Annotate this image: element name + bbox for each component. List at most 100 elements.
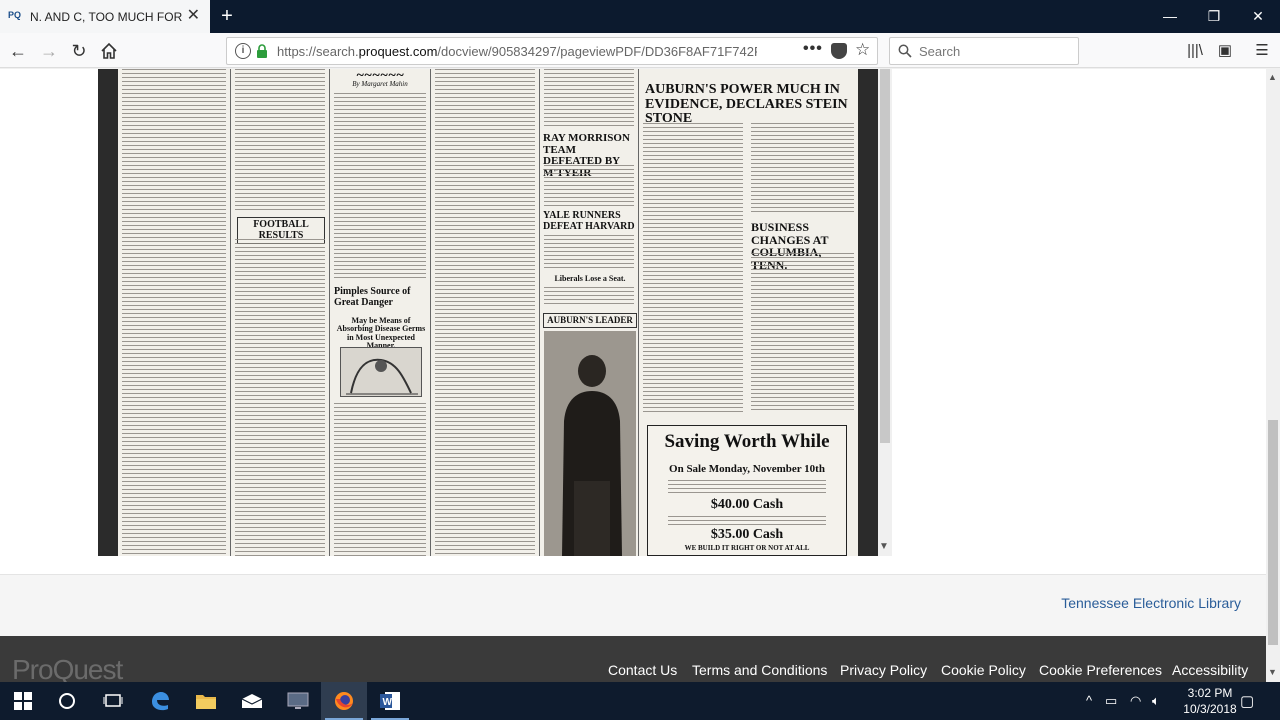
svg-text:W: W [383, 697, 393, 708]
task-view-button[interactable] [90, 682, 136, 720]
accessibility-link[interactable]: Accessibility [1172, 662, 1248, 678]
newspaper-column: FOOTBALL RESULTS [231, 69, 329, 556]
newspaper-column [431, 69, 539, 556]
address-bar[interactable]: i https://search.proquest.com/docview/90… [226, 37, 878, 65]
illustration-figure-icon [346, 358, 418, 395]
restore-button[interactable]: ❐ [1192, 0, 1236, 33]
show-hidden-icons-icon[interactable]: ^ [1086, 693, 1092, 708]
word-app[interactable]: W [367, 682, 413, 720]
article-text [435, 69, 535, 556]
system-clock[interactable]: 3:02 PM 10/3/2018 [1180, 685, 1240, 717]
edge-icon [152, 692, 169, 711]
article-text [751, 123, 854, 215]
cookie-policy-link[interactable]: Cookie Policy [941, 662, 1026, 678]
home-button[interactable] [97, 39, 121, 63]
content-footer: Tennessee Electronic Library [0, 574, 1266, 636]
cookie-preferences-link[interactable]: Cookie Preferences [1039, 662, 1162, 678]
advertisement-box: Saving Worth While On Sale Monday, Novem… [647, 425, 847, 556]
screen: PQ N. AND C, TOO MUCH FOR HC ✕ + — ❐ ✕ ←… [0, 0, 1280, 720]
bookmark-star-icon[interactable]: ☆ [855, 40, 870, 60]
firefox-icon [335, 692, 353, 710]
pocket-icon[interactable] [831, 43, 847, 59]
liberals-headline: Liberals Lose a Seat. [554, 274, 626, 283]
article-text [235, 239, 325, 556]
lock-icon [257, 44, 267, 58]
viewer-scroll-down-icon[interactable]: ▼ [879, 541, 889, 552]
browser-tab[interactable]: PQ N. AND C, TOO MUCH FOR HC ✕ [0, 0, 210, 33]
task-view-icon [103, 694, 123, 707]
article-text [751, 253, 854, 413]
library-icon[interactable]: |||\ [1184, 39, 1206, 63]
advertisement-illustration [340, 347, 422, 397]
mail-icon [241, 694, 263, 708]
scroll-up-icon[interactable]: ▲ [1268, 72, 1277, 82]
terms-and-conditions-link[interactable]: Terms and Conditions [692, 662, 827, 678]
site-info-icon[interactable]: i [235, 43, 251, 59]
page-actions-icon[interactable]: ••• [803, 40, 823, 58]
network-icon[interactable]: ◠ [1130, 693, 1141, 709]
yale-runners-headline: YALE RUNNERS DEFEAT HARVARD [543, 210, 635, 232]
url-text[interactable]: https://search.proquest.com/docview/9058… [277, 44, 757, 59]
pdf-viewer[interactable]: FOOTBALL RESULTS ~~~~~~ By Margaret Mahi… [98, 69, 878, 556]
start-button[interactable] [0, 682, 46, 720]
ad-price-1: $40.00 Cash [710, 497, 784, 512]
close-window-button[interactable]: ✕ [1236, 0, 1280, 33]
navigation-toolbar: ← → ↻ i https://search.proquest.com/docv… [0, 33, 1280, 68]
ad-title: Saving Worth While [664, 431, 830, 452]
battery-icon[interactable]: ▭ [1105, 693, 1117, 709]
desktop-app[interactable] [275, 682, 321, 720]
close-tab-icon[interactable]: ✕ [187, 8, 200, 24]
mail-app[interactable] [229, 682, 275, 720]
newspaper-column: ~~~~~~ By Margaret Mahin Pimples Source … [330, 69, 430, 556]
volume-icon[interactable]: 🔈︎ [1152, 693, 1160, 709]
proquest-favicon-icon: PQ [8, 9, 22, 20]
back-button[interactable]: ← [6, 39, 30, 63]
home-icon [101, 42, 117, 59]
auburns-leader-caption: AUBURN'S LEADER [543, 313, 637, 329]
ad-text [668, 516, 826, 526]
ad-sale-date: On Sale Monday, November 10th [669, 463, 825, 475]
minimize-button[interactable]: — [1148, 0, 1192, 33]
pimples-headline: Pimples Source of Great Danger [334, 286, 411, 308]
search-placeholder: Search [919, 44, 961, 59]
search-icon [898, 44, 912, 58]
page-scrollbar-thumb[interactable] [1268, 420, 1278, 645]
viewer-scrollbar-thumb[interactable] [880, 69, 890, 443]
contact-us-link[interactable]: Contact Us [608, 662, 677, 678]
url-domain: proquest.com [358, 44, 438, 59]
tab-title: N. AND C, TOO MUCH FOR HC [30, 9, 182, 24]
scroll-down-icon[interactable]: ▼ [1268, 667, 1277, 677]
cortana-button[interactable] [44, 682, 90, 720]
football-player-photo [544, 331, 636, 556]
newspaper-column [118, 69, 230, 556]
pimples-subheadline: May be Means of Absorbing Disease Germs … [336, 316, 426, 351]
browser-tab-bar: PQ N. AND C, TOO MUCH FOR HC ✕ + — ❐ ✕ [0, 0, 1280, 33]
sidebar-icon[interactable]: ▣ [1214, 39, 1236, 63]
article-text [544, 69, 634, 127]
article-text [334, 403, 426, 556]
column-byline: By Margaret Mahin [352, 80, 408, 88]
reload-button[interactable]: ↻ [67, 39, 91, 63]
firefox-app[interactable] [321, 682, 367, 720]
proquest-footer: ProQuest Contact Us Terms and Conditions… [0, 636, 1266, 685]
url-path: /docview/905834297/pageviewPDF/DD36F8AF7… [437, 44, 757, 59]
article-text [544, 165, 634, 207]
clock-date: 10/3/2018 [1183, 702, 1237, 716]
edge-app[interactable] [137, 682, 183, 720]
player-figure-icon [562, 355, 622, 556]
cortana-circle-icon [59, 693, 75, 709]
tennessee-electronic-library-link[interactable]: Tennessee Electronic Library [1061, 595, 1241, 611]
article-text [334, 93, 426, 279]
notifications-icon[interactable]: ▢ [1240, 692, 1254, 710]
forward-button[interactable]: → [37, 39, 61, 63]
new-tab-button[interactable]: + [216, 4, 238, 28]
article-text [235, 69, 325, 211]
privacy-policy-link[interactable]: Privacy Policy [840, 662, 927, 678]
url-prefix: https://search. [277, 44, 359, 59]
search-bar[interactable]: Search [889, 37, 1079, 65]
folder-icon [196, 695, 216, 709]
menu-icon[interactable]: ☰ [1251, 39, 1273, 63]
windows-logo-icon [14, 692, 32, 710]
ad-text [668, 480, 826, 494]
file-explorer-app[interactable] [183, 682, 229, 720]
